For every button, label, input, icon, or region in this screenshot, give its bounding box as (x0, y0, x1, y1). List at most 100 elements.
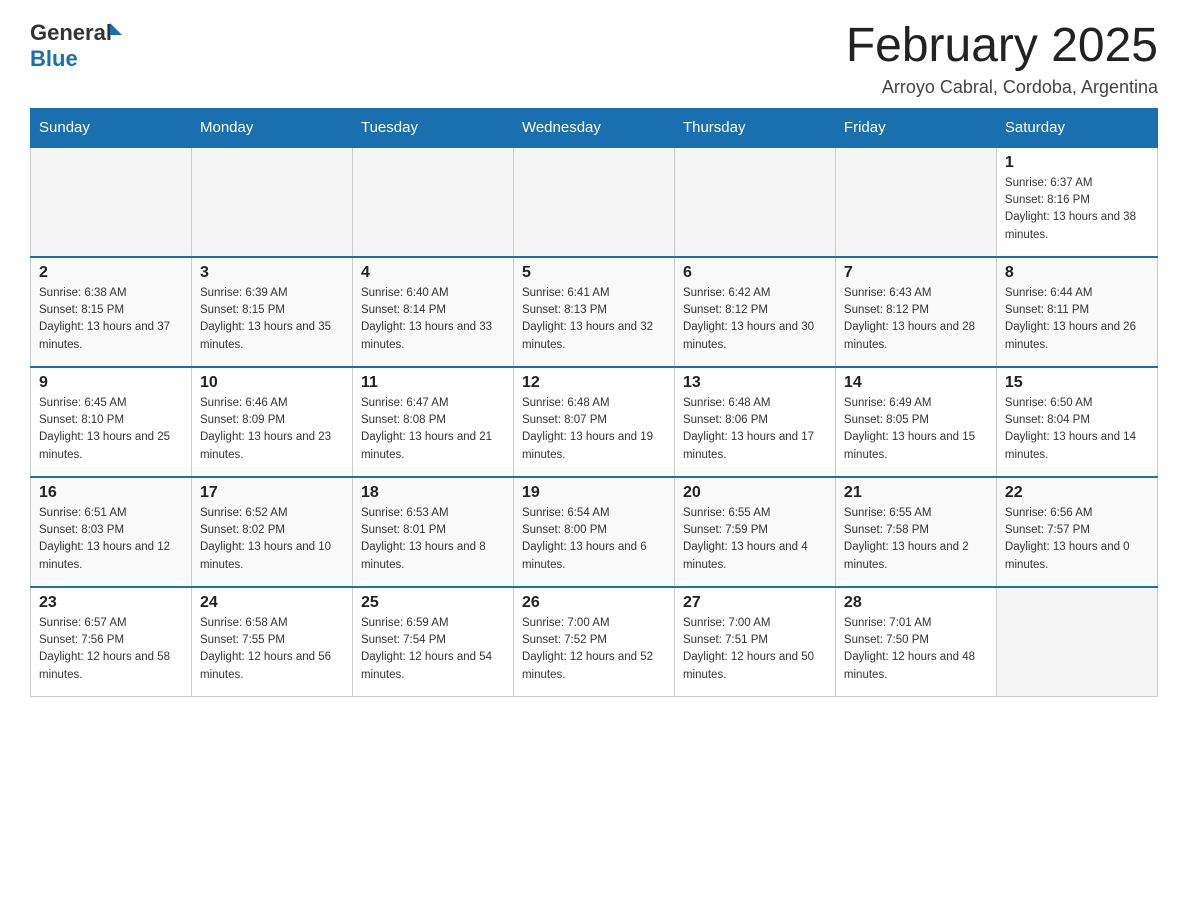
calendar-cell: 14 Sunrise: 6:49 AMSunset: 8:05 PMDayligh… (835, 367, 996, 477)
calendar-cell: 16 Sunrise: 6:51 AMSunset: 8:03 PMDayligh… (31, 477, 192, 587)
calendar-cell: 6 Sunrise: 6:42 AMSunset: 8:12 PMDaylight… (674, 257, 835, 367)
calendar-cell: 1 Sunrise: 6:37 AMSunset: 8:16 PMDaylight… (996, 147, 1157, 257)
calendar-cell: 21Sunrise: 6:55 AMSunset: 7:58 PMDayligh… (835, 477, 996, 587)
day-number: 1 (1005, 154, 1149, 172)
day-info: Sunrise: 6:47 AMSunset: 8:08 PMDaylight:… (361, 395, 505, 464)
col-header-saturday: Saturday (996, 108, 1157, 147)
day-number: 6 (683, 264, 827, 282)
calendar-cell: 5 Sunrise: 6:41 AMSunset: 8:13 PMDaylight… (513, 257, 674, 367)
day-number: 2 (39, 264, 183, 282)
day-number: 23 (39, 594, 183, 612)
calendar-cell: 19 Sunrise: 6:54 AMSunset: 8:00 PMDayligh… (513, 477, 674, 587)
day-info: Sunrise: 6:38 AMSunset: 8:15 PMDaylight:… (39, 285, 183, 354)
col-header-sunday: Sunday (31, 108, 192, 147)
col-header-thursday: Thursday (674, 108, 835, 147)
day-info: Sunrise: 6:41 AMSunset: 8:13 PMDaylight:… (522, 285, 666, 354)
calendar-cell: 10Sunrise: 6:46 AMSunset: 8:09 PMDayligh… (191, 367, 352, 477)
day-info: Sunrise: 6:53 AMSunset: 8:01 PMDaylight:… (361, 505, 505, 574)
day-number: 13 (683, 374, 827, 392)
day-number: 5 (522, 264, 666, 282)
calendar-cell: 18 Sunrise: 6:53 AMSunset: 8:01 PMDayligh… (352, 477, 513, 587)
day-info: Sunrise: 7:00 AMSunset: 7:51 PMDaylight:… (683, 615, 827, 684)
calendar-cell (31, 147, 192, 257)
day-info: Sunrise: 6:50 AMSunset: 8:04 PMDaylight:… (1005, 395, 1149, 464)
day-number: 7 (844, 264, 988, 282)
logo-blue-text: Blue (30, 46, 122, 72)
calendar-cell: 15 Sunrise: 6:50 AMSunset: 8:04 PMDayligh… (996, 367, 1157, 477)
day-info: Sunrise: 6:54 AMSunset: 8:00 PMDaylight:… (522, 505, 666, 574)
logo: General Blue (30, 20, 122, 72)
day-info: Sunrise: 6:58 AMSunset: 7:55 PMDaylight:… (200, 615, 344, 684)
day-number: 8 (1005, 264, 1149, 282)
col-header-wednesday: Wednesday (513, 108, 674, 147)
day-number: 26 (522, 594, 666, 612)
calendar-cell: 25Sunrise: 6:59 AMSunset: 7:54 PMDayligh… (352, 587, 513, 697)
day-info: Sunrise: 6:56 AMSunset: 7:57 PMDaylight:… (1005, 505, 1149, 574)
calendar-cell: 7 Sunrise: 6:43 AMSunset: 8:12 PMDaylight… (835, 257, 996, 367)
calendar-cell (835, 147, 996, 257)
calendar-cell: 23 Sunrise: 6:57 AMSunset: 7:56 PMDayligh… (31, 587, 192, 697)
logo-triangle-icon (110, 23, 122, 35)
day-number: 9 (39, 374, 183, 392)
day-number: 12 (522, 374, 666, 392)
day-info: Sunrise: 6:40 AMSunset: 8:14 PMDaylight:… (361, 285, 505, 354)
calendar-cell: 27 Sunrise: 7:00 AMSunset: 7:51 PMDayligh… (674, 587, 835, 697)
day-info: Sunrise: 6:43 AMSunset: 8:12 PMDaylight:… (844, 285, 988, 354)
calendar-cell: 2 Sunrise: 6:38 AMSunset: 8:15 PMDaylight… (31, 257, 192, 367)
page-header: General Blue February 2025 Arroyo Cabral… (30, 20, 1158, 98)
day-info: Sunrise: 6:52 AMSunset: 8:02 PMDaylight:… (200, 505, 344, 574)
day-info: Sunrise: 6:45 AMSunset: 8:10 PMDaylight:… (39, 395, 183, 464)
location-subtitle: Arroyo Cabral, Cordoba, Argentina (846, 77, 1158, 98)
calendar-cell (996, 587, 1157, 697)
calendar-cell: 13 Sunrise: 6:48 AMSunset: 8:06 PMDayligh… (674, 367, 835, 477)
calendar-cell (352, 147, 513, 257)
day-number: 16 (39, 484, 183, 502)
week-row-4: 16 Sunrise: 6:51 AMSunset: 8:03 PMDayligh… (31, 477, 1158, 587)
calendar-cell: 12 Sunrise: 6:48 AMSunset: 8:07 PMDayligh… (513, 367, 674, 477)
calendar-cell: 8 Sunrise: 6:44 AMSunset: 8:11 PMDaylight… (996, 257, 1157, 367)
day-info: Sunrise: 6:48 AMSunset: 8:06 PMDaylight:… (683, 395, 827, 464)
day-number: 27 (683, 594, 827, 612)
logo-general-text: General (30, 20, 112, 46)
day-info: Sunrise: 6:57 AMSunset: 7:56 PMDaylight:… (39, 615, 183, 684)
day-number: 28 (844, 594, 988, 612)
day-info: Sunrise: 6:44 AMSunset: 8:11 PMDaylight:… (1005, 285, 1149, 354)
calendar-header-row: SundayMondayTuesdayWednesdayThursdayFrid… (31, 108, 1158, 147)
day-info: Sunrise: 7:00 AMSunset: 7:52 PMDaylight:… (522, 615, 666, 684)
day-number: 20 (683, 484, 827, 502)
calendar-cell: 17 Sunrise: 6:52 AMSunset: 8:02 PMDayligh… (191, 477, 352, 587)
day-number: 4 (361, 264, 505, 282)
day-info: Sunrise: 6:55 AMSunset: 7:59 PMDaylight:… (683, 505, 827, 574)
calendar-cell: 26 Sunrise: 7:00 AMSunset: 7:52 PMDayligh… (513, 587, 674, 697)
day-number: 17 (200, 484, 344, 502)
day-number: 14 (844, 374, 988, 392)
day-info: Sunrise: 6:49 AMSunset: 8:05 PMDaylight:… (844, 395, 988, 464)
calendar-cell (674, 147, 835, 257)
calendar-cell: 28 Sunrise: 7:01 AMSunset: 7:50 PMDayligh… (835, 587, 996, 697)
day-number: 15 (1005, 374, 1149, 392)
col-header-friday: Friday (835, 108, 996, 147)
calendar-cell: 22Sunrise: 6:56 AMSunset: 7:57 PMDayligh… (996, 477, 1157, 587)
day-info: Sunrise: 6:46 AMSunset: 8:09 PMDaylight:… (200, 395, 344, 464)
calendar-cell (513, 147, 674, 257)
day-info: Sunrise: 6:51 AMSunset: 8:03 PMDaylight:… (39, 505, 183, 574)
day-info: Sunrise: 6:48 AMSunset: 8:07 PMDaylight:… (522, 395, 666, 464)
week-row-2: 2 Sunrise: 6:38 AMSunset: 8:15 PMDaylight… (31, 257, 1158, 367)
title-area: February 2025 Arroyo Cabral, Cordoba, Ar… (846, 20, 1158, 98)
calendar-cell: 24 Sunrise: 6:58 AMSunset: 7:55 PMDayligh… (191, 587, 352, 697)
calendar-cell: 11Sunrise: 6:47 AMSunset: 8:08 PMDayligh… (352, 367, 513, 477)
col-header-tuesday: Tuesday (352, 108, 513, 147)
day-number: 18 (361, 484, 505, 502)
month-title: February 2025 (846, 20, 1158, 73)
week-row-1: 1 Sunrise: 6:37 AMSunset: 8:16 PMDaylight… (31, 147, 1158, 257)
day-number: 21 (844, 484, 988, 502)
day-info: Sunrise: 7:01 AMSunset: 7:50 PMDaylight:… (844, 615, 988, 684)
day-number: 19 (522, 484, 666, 502)
calendar-cell (191, 147, 352, 257)
day-info: Sunrise: 6:37 AMSunset: 8:16 PMDaylight:… (1005, 175, 1149, 244)
week-row-5: 23 Sunrise: 6:57 AMSunset: 7:56 PMDayligh… (31, 587, 1158, 697)
day-number: 24 (200, 594, 344, 612)
week-row-3: 9 Sunrise: 6:45 AMSunset: 8:10 PMDaylight… (31, 367, 1158, 477)
day-info: Sunrise: 6:42 AMSunset: 8:12 PMDaylight:… (683, 285, 827, 354)
calendar-table: SundayMondayTuesdayWednesdayThursdayFrid… (30, 108, 1158, 698)
